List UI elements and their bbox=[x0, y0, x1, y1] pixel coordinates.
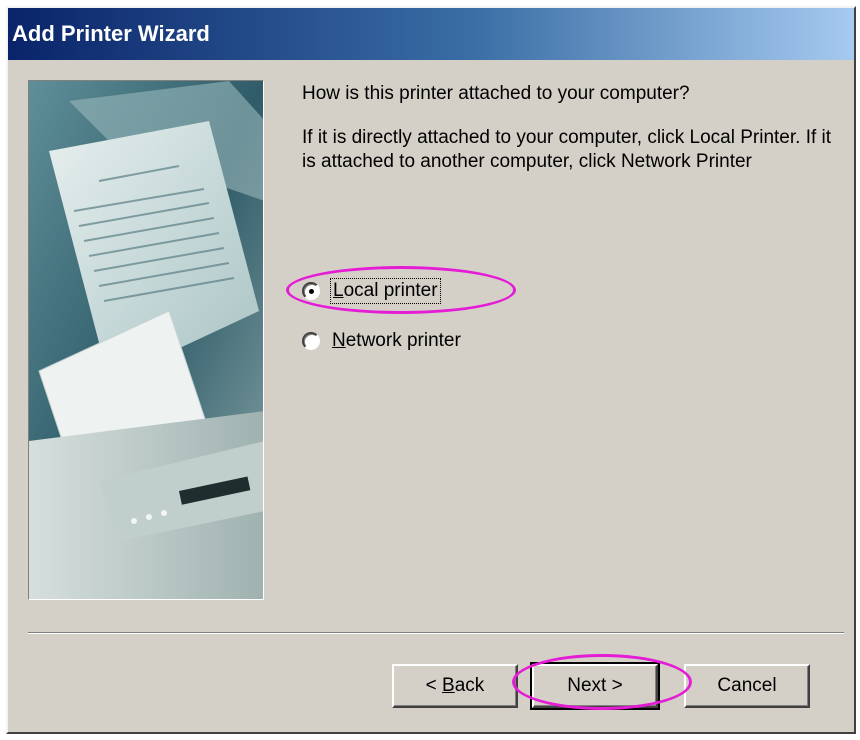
network-printer-option[interactable]: Network printer bbox=[302, 330, 461, 352]
back-button-prefix: < bbox=[425, 675, 443, 696]
local-printer-radio[interactable] bbox=[302, 282, 320, 300]
instructions-text: If it is directly attached to your compu… bbox=[302, 127, 832, 172]
local-printer-label-rest: ocal printer bbox=[343, 280, 438, 301]
cancel-button[interactable]: Cancel bbox=[684, 664, 810, 708]
window-title: Add Printer Wizard bbox=[8, 8, 854, 60]
back-button[interactable]: < Back bbox=[392, 664, 518, 708]
local-printer-mnemonic: L bbox=[333, 280, 344, 301]
network-printer-radio[interactable] bbox=[302, 332, 320, 350]
printer-illustration bbox=[28, 80, 264, 600]
network-printer-label-rest: etwork printer bbox=[345, 330, 461, 351]
separator-line bbox=[28, 632, 844, 634]
local-printer-label[interactable]: Local printer bbox=[330, 278, 441, 304]
back-button-rest: ack bbox=[454, 675, 485, 696]
wizard-content: How is this printer attached to your com… bbox=[302, 82, 842, 174]
local-printer-option[interactable]: Local printer bbox=[302, 278, 441, 304]
question-text: How is this printer attached to your com… bbox=[302, 83, 690, 104]
network-printer-mnemonic: N bbox=[332, 330, 346, 351]
back-button-mnemonic: B bbox=[442, 675, 455, 696]
next-button[interactable]: Next > bbox=[530, 662, 660, 710]
network-printer-label[interactable]: Network printer bbox=[332, 330, 461, 352]
